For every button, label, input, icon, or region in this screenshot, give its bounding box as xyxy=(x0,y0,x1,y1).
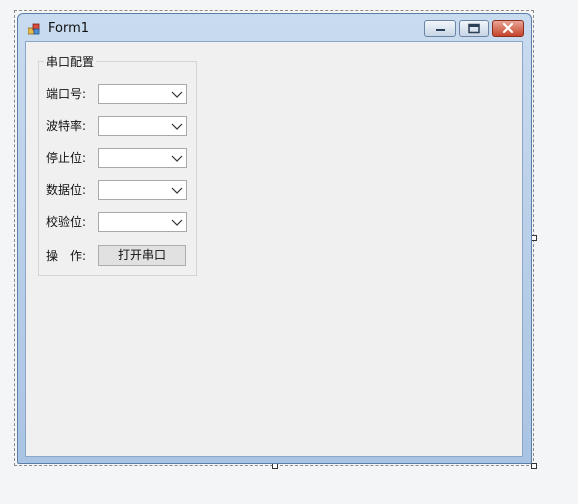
action-label: 操 作: xyxy=(46,249,87,263)
chevron-down-icon xyxy=(171,219,183,226)
baud-rate-label: 波特率: xyxy=(46,119,87,133)
maximize-button[interactable] xyxy=(459,20,489,37)
parity-label: 校验位: xyxy=(46,215,87,229)
data-bits-combobox[interactable] xyxy=(98,180,187,200)
form-window: Form1 串口配置 端口号: 波特率: 停止位: 数据位: 校验位: 操 作:… xyxy=(17,13,532,464)
data-bits-label: 数据位: xyxy=(46,183,87,197)
stop-bits-combobox[interactable] xyxy=(98,148,187,168)
minimize-button[interactable] xyxy=(424,20,456,37)
baud-rate-combobox[interactable] xyxy=(98,116,187,136)
maximize-icon xyxy=(468,23,480,34)
chevron-down-icon xyxy=(171,155,183,162)
chevron-down-icon xyxy=(171,123,183,130)
close-icon xyxy=(502,22,514,34)
chevron-down-icon xyxy=(171,187,183,194)
stop-bits-label: 停止位: xyxy=(46,151,87,165)
resize-handle-corner[interactable] xyxy=(531,463,537,469)
windows-form-icon xyxy=(28,23,40,35)
form-client-area: 串口配置 端口号: 波特率: 停止位: 数据位: 校验位: 操 作: 打开串口 xyxy=(25,41,523,457)
minimize-icon xyxy=(436,29,445,31)
chevron-down-icon xyxy=(171,91,183,98)
open-serial-port-button[interactable]: 打开串口 xyxy=(98,245,186,266)
designer-surface: Form1 串口配置 端口号: 波特率: 停止位: 数据位: 校验位: 操 作:… xyxy=(0,0,578,504)
port-label: 端口号: xyxy=(46,87,87,101)
window-title: Form1 xyxy=(48,21,90,36)
port-combobox[interactable] xyxy=(98,84,187,104)
close-button[interactable] xyxy=(492,20,524,37)
serial-config-groupbox: 串口配置 端口号: 波特率: 停止位: 数据位: 校验位: 操 作: 打开串口 xyxy=(38,53,197,276)
parity-combobox[interactable] xyxy=(98,212,187,232)
groupbox-title: 串口配置 xyxy=(44,53,97,70)
title-bar: Form1 xyxy=(18,14,531,41)
